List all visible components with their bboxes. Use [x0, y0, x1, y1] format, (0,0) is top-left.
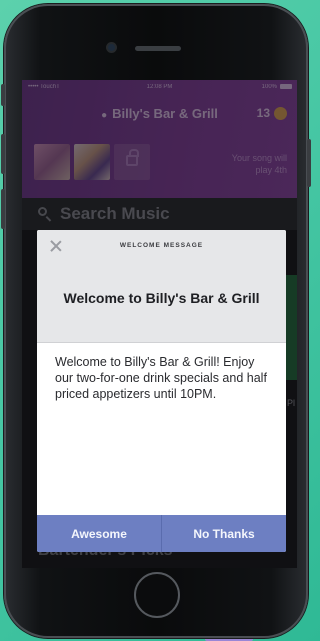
no-thanks-button[interactable]: No Thanks: [161, 515, 286, 552]
front-camera: [108, 44, 115, 51]
home-button[interactable]: [134, 572, 180, 618]
awesome-button[interactable]: Awesome: [37, 515, 161, 552]
welcome-modal: WELCOME MESSAGE Welcome to Billy's Bar &…: [37, 230, 286, 552]
phone-screen: ••••• TouchT 12:08 PM 100% ● Billy's Bar …: [22, 80, 297, 568]
volume-down-button: [1, 189, 5, 229]
mute-switch: [1, 84, 5, 106]
volume-up-button: [1, 134, 5, 174]
modal-header: WELCOME MESSAGE Welcome to Billy's Bar &…: [37, 230, 286, 343]
modal-message: Welcome to Billy's Bar & Grill! Enjoy ou…: [55, 355, 267, 401]
modal-button-bar: Awesome No Thanks: [37, 515, 286, 552]
phone-frame: ••••• TouchT 12:08 PM 100% ● Billy's Bar …: [1, 4, 311, 638]
modal-header-label: WELCOME MESSAGE: [119, 242, 204, 249]
modal-title: Welcome to Billy's Bar & Grill: [63, 290, 260, 306]
power-button: [307, 139, 311, 187]
earpiece-speaker: [135, 46, 181, 51]
